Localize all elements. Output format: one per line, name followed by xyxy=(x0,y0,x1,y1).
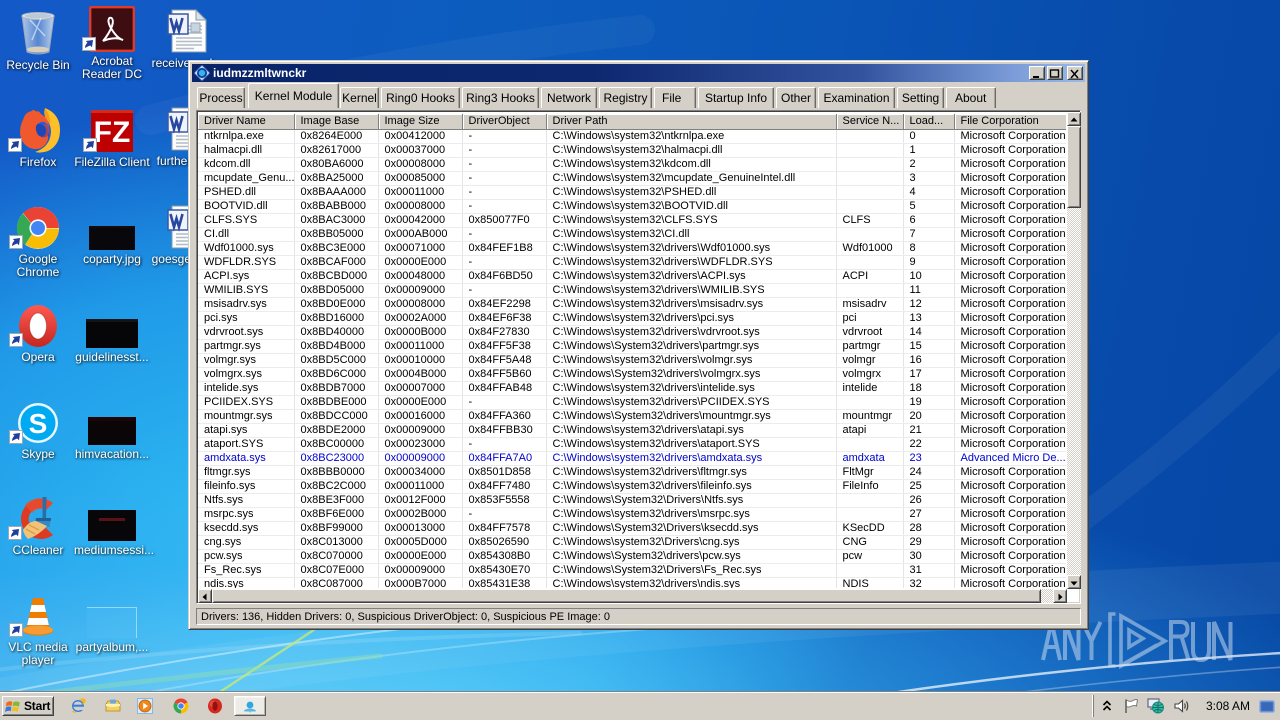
svg-text:FZ: FZ xyxy=(94,116,131,149)
svg-text:S: S xyxy=(29,408,48,439)
